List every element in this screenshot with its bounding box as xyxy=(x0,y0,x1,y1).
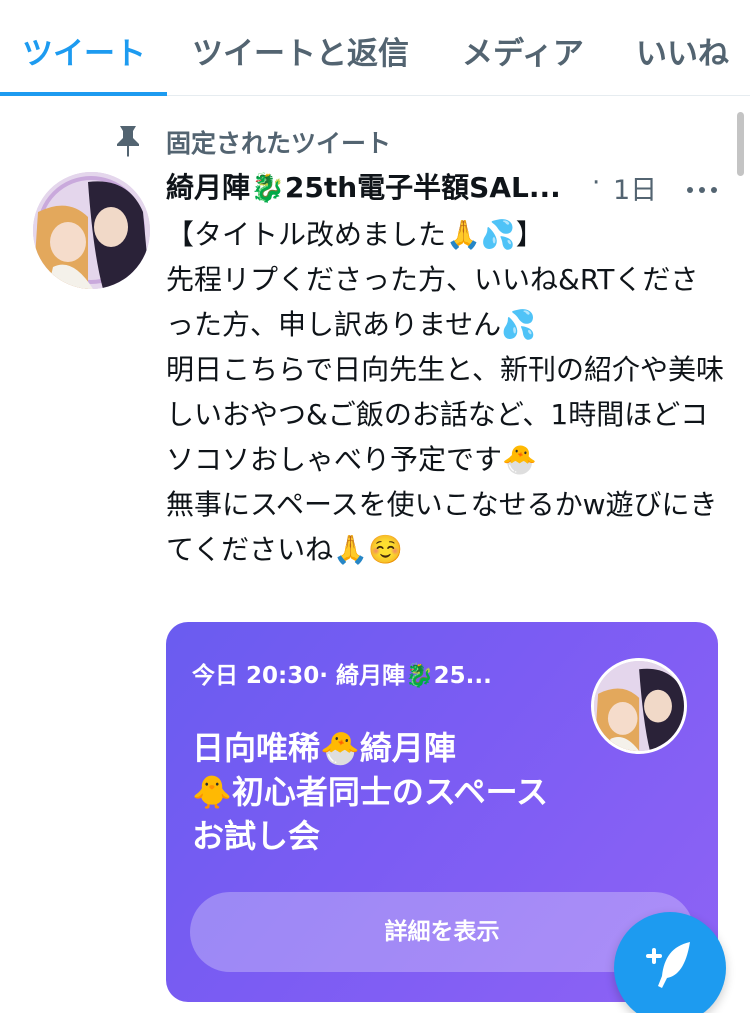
tab-likes[interactable]: いいね xyxy=(636,28,729,74)
tab-tweets-and-replies[interactable]: ツイートと返信 xyxy=(192,28,409,74)
space-host-avatar xyxy=(591,658,687,754)
pin-icon xyxy=(110,122,146,158)
tweet-header: 綺月陣🐉25th電子半額SAL... · 1日 xyxy=(166,166,726,208)
tweet-text: 【タイトル改めました🙏💦】 先程リプくださった方、いいね&RTくださった方、申し… xyxy=(166,218,725,566)
tab-tweets[interactable]: ツイート xyxy=(22,28,146,74)
scrollbar[interactable] xyxy=(737,112,744,176)
tweet-timestamp[interactable]: 1日 xyxy=(613,168,657,207)
space-title: 日向唯稀🐣綺月陣 🐥初心者同士のスペースお試し会 xyxy=(192,729,549,855)
space-schedule: 今日 20:30· 綺月陣🐉25... xyxy=(192,663,492,689)
compose-tweet-button[interactable] xyxy=(614,912,726,1013)
tab-media[interactable]: メディア xyxy=(462,28,584,74)
profile-tabs: ツイート ツイートと返信 メディア いいね xyxy=(0,0,750,96)
author-avatar[interactable] xyxy=(33,172,150,289)
compose-tweet-icon xyxy=(646,942,690,988)
pinned-label: 固定されたツイート xyxy=(166,129,392,158)
active-tab-indicator xyxy=(0,92,167,96)
author-name[interactable]: 綺月陣🐉25th電子半額SAL... xyxy=(166,166,561,206)
more-icon[interactable] xyxy=(686,180,718,193)
separator: · xyxy=(592,168,601,198)
